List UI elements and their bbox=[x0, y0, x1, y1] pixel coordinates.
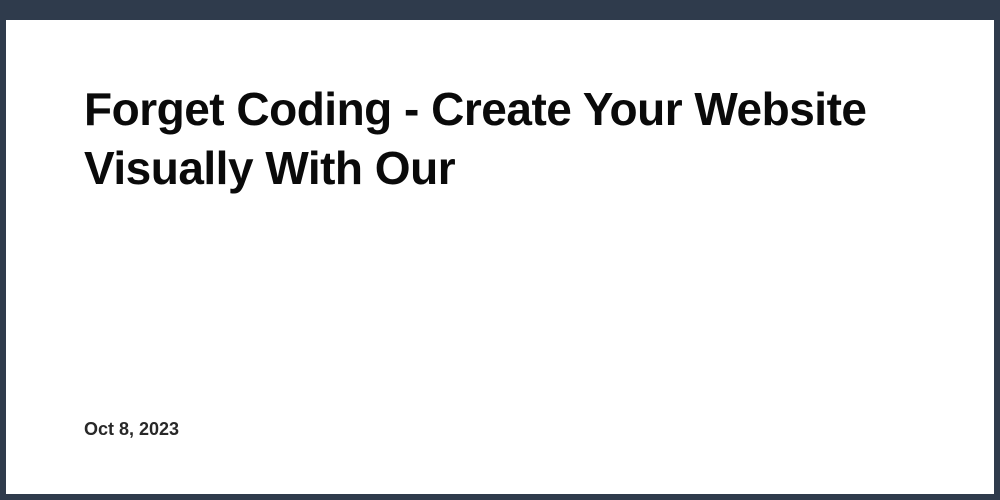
article-title: Forget Coding - Create Your Website Visu… bbox=[84, 80, 916, 198]
article-date: Oct 8, 2023 bbox=[84, 419, 179, 440]
article-card: Forget Coding - Create Your Website Visu… bbox=[6, 20, 994, 494]
